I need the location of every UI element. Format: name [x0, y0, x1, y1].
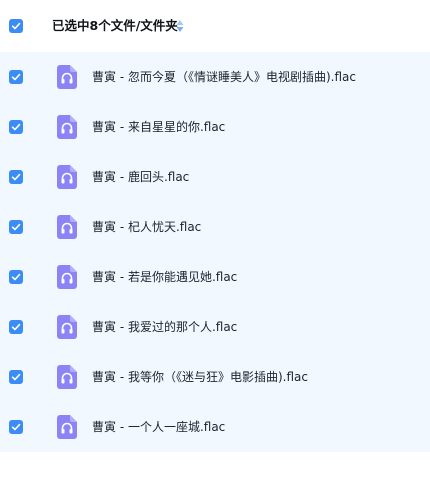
- file-checkbox[interactable]: [9, 420, 23, 434]
- audio-file-icon: [57, 365, 77, 389]
- file-row[interactable]: 曹寅 - 我爱过的那个人.flac: [0, 302, 430, 352]
- checkmark-icon: [11, 123, 21, 131]
- file-name[interactable]: 曹寅 - 鹿回头.flac: [92, 168, 189, 186]
- file-checkbox[interactable]: [9, 370, 23, 384]
- file-row[interactable]: 曹寅 - 我等你（《迷与狂》电影插曲).flac: [0, 352, 430, 402]
- file-row[interactable]: 曹寅 - 若是你能遇见她.flac: [0, 252, 430, 302]
- checkmark-icon: [11, 73, 21, 81]
- audio-file-icon: [57, 265, 77, 289]
- file-name[interactable]: 曹寅 - 杞人忧天.flac: [92, 218, 201, 236]
- checkmark-icon: [11, 223, 21, 231]
- file-row[interactable]: 曹寅 - 鹿回头.flac: [0, 152, 430, 202]
- file-row[interactable]: 曹寅 - 来自星星的你.flac: [0, 102, 430, 152]
- file-name[interactable]: 曹寅 - 若是你能遇见她.flac: [92, 268, 237, 286]
- audio-file-icon: [57, 115, 77, 139]
- file-name[interactable]: 曹寅 - 忽而今夏（《情谜睡美人》电视剧插曲).flac: [92, 68, 356, 86]
- checkmark-icon: [11, 423, 21, 431]
- sort-icon[interactable]: [175, 19, 185, 33]
- file-name[interactable]: 曹寅 - 来自星星的你.flac: [92, 118, 225, 136]
- file-name[interactable]: 曹寅 - 我等你（《迷与狂》电影插曲).flac: [92, 368, 308, 386]
- file-row[interactable]: 曹寅 - 一个人一座城.flac: [0, 402, 430, 452]
- file-checkbox[interactable]: [9, 320, 23, 334]
- audio-file-icon: [57, 215, 77, 239]
- audio-file-icon: [57, 315, 77, 339]
- checkmark-icon: [11, 373, 21, 381]
- selection-count-title: 已选中8个文件/文件夹: [52, 18, 178, 33]
- file-checkbox[interactable]: [9, 220, 23, 234]
- audio-file-icon: [57, 65, 77, 89]
- file-name[interactable]: 曹寅 - 一个人一座城.flac: [92, 418, 225, 436]
- file-row[interactable]: 曹寅 - 忽而今夏（《情谜睡美人》电视剧插曲).flac: [0, 52, 430, 102]
- audio-file-icon: [57, 165, 77, 189]
- select-all-checkbox[interactable]: [9, 19, 23, 33]
- checkmark-icon: [11, 22, 21, 30]
- file-checkbox[interactable]: [9, 120, 23, 134]
- audio-file-icon: [57, 415, 77, 439]
- file-checkbox[interactable]: [9, 70, 23, 84]
- file-checkbox[interactable]: [9, 270, 23, 284]
- file-name[interactable]: 曹寅 - 我爱过的那个人.flac: [92, 318, 237, 336]
- file-checkbox[interactable]: [9, 170, 23, 184]
- checkmark-icon: [11, 323, 21, 331]
- selection-header: 已选中8个文件/文件夹: [0, 0, 430, 52]
- file-list: 曹寅 - 忽而今夏（《情谜睡美人》电视剧插曲).flac 曹寅 - 来自星星的你.…: [0, 52, 430, 452]
- file-row[interactable]: 曹寅 - 杞人忧天.flac: [0, 202, 430, 252]
- checkmark-icon: [11, 173, 21, 181]
- checkmark-icon: [11, 273, 21, 281]
